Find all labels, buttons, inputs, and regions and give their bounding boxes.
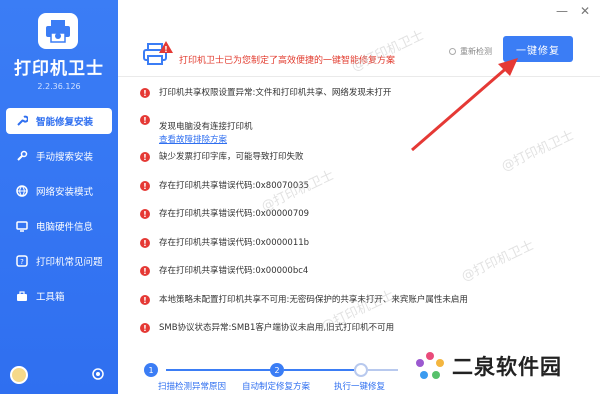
wrench-icon — [17, 115, 28, 126]
hardware-icon — [16, 221, 28, 232]
list-item: ! 存在打印机共享错误代码:0x0000011b — [140, 237, 585, 250]
step-3-label: 执行一键修复 — [334, 382, 386, 392]
sidebar-item-label: 手动搜索安装 — [36, 152, 94, 163]
sidebar-item-label: 智能修复安装 — [36, 117, 94, 128]
error-icon: ! — [140, 88, 150, 98]
printer-warning-icon: ! — [143, 41, 173, 65]
sidebar-item-smart-repair[interactable]: 智能修复安装 — [6, 108, 112, 134]
search-tool-icon — [17, 150, 28, 161]
troubleshoot-link[interactable]: 查看故障排除方案 — [159, 134, 253, 147]
pinwheel-logo-icon — [416, 352, 444, 379]
main-panel: — ✕ ! 打印机卫士已为您制定了高效便捷的一键智能修复方案 重新检测 一键修复… — [118, 0, 600, 394]
issue-text: SMB协议状态异常:SMB1客户端协议未启用,旧式打印机不可用 — [159, 323, 395, 333]
sidebar-item-network-install[interactable]: 网络安装模式 — [6, 178, 112, 204]
sidebar-item-hardware-info[interactable]: 电脑硬件信息 — [6, 213, 112, 239]
sidebar-item-label: 工具箱 — [36, 292, 65, 303]
error-icon: ! — [140, 181, 150, 191]
sidebar-item-toolbox[interactable]: 工具箱 — [6, 283, 112, 309]
app-version: 2.2.36.126 — [37, 82, 81, 91]
issue-text: 存在打印机共享错误代码:0x80070035 — [159, 181, 310, 191]
app-title: 打印机卫士 — [14, 59, 104, 79]
issue-text: 存在打印机共享错误代码:0x0000011b — [159, 238, 310, 248]
repair-plan-message: 打印机卫士已为您制定了高效便捷的一键智能修复方案 — [179, 56, 396, 66]
close-button[interactable]: ✕ — [580, 4, 590, 18]
question-icon: ? — [16, 255, 28, 267]
network-icon — [16, 185, 28, 197]
issue-text: 存在打印机共享错误代码:0x00000709 — [159, 209, 310, 219]
error-icon: ! — [140, 152, 150, 162]
sidebar: 打印机卫士 2.2.36.126 智能修复安装 手动搜索安装 网络安装模式 电脑… — [0, 0, 118, 394]
error-icon: ! — [140, 115, 150, 125]
issue-text: 本地策略未配置打印机共享不可用:无密码保护的共享未打开、来宾账户属性未启用 — [159, 295, 468, 305]
error-icon: ! — [140, 266, 150, 276]
avatar[interactable] — [10, 366, 28, 384]
printer-logo-icon — [46, 20, 70, 43]
sidebar-item-label: 网络安装模式 — [36, 187, 94, 198]
list-item: ! 发现电脑没有连接打印机 查看故障排除方案 — [140, 114, 585, 147]
issue-text: 存在打印机共享错误代码:0x00000bc4 — [159, 266, 309, 276]
step-1-marker: 1 — [144, 363, 158, 377]
list-item: ! 存在打印机共享错误代码:0x00000bc4 — [140, 265, 585, 278]
issue-text: 发现电脑没有连接打印机 — [159, 122, 253, 132]
radio-icon — [449, 48, 456, 55]
sidebar-item-manual-search[interactable]: 手动搜索安装 — [6, 143, 112, 169]
list-item: ! 存在打印机共享错误代码:0x00000709 — [140, 208, 585, 221]
list-item: ! 存在打印机共享错误代码:0x80070035 — [140, 180, 585, 193]
recheck-option[interactable]: 重新检测 — [449, 46, 492, 57]
error-icon: ! — [140, 323, 150, 333]
step-2-marker: 2 — [270, 363, 284, 377]
list-item: ! 打印机共享权限设置异常:文件和打印机共享、网络发现未打开 — [140, 87, 585, 100]
step-connector — [166, 369, 276, 371]
gear-icon[interactable] — [90, 366, 106, 382]
sidebar-nav: 智能修复安装 手动搜索安装 网络安装模式 电脑硬件信息 ? 打印机常见问题 工具… — [0, 108, 118, 318]
step-1-label: 扫描检测异常原因 — [158, 382, 227, 392]
sidebar-item-label: 电脑硬件信息 — [36, 222, 94, 233]
sidebar-item-label: 打印机常见问题 — [36, 257, 103, 268]
list-item: ! SMB协议状态异常:SMB1客户端协议未启用,旧式打印机不可用 — [140, 322, 585, 335]
list-item: ! 缺少发票打印字库，可能导致打印失败 — [140, 151, 585, 164]
error-icon: ! — [140, 295, 150, 305]
sidebar-item-faq[interactable]: ? 打印机常见问题 — [6, 248, 112, 274]
sidebar-footer — [0, 366, 118, 384]
issue-text: 缺少发票打印字库，可能导致打印失败 — [159, 152, 304, 162]
brand-watermark: 二泉软件园 — [414, 344, 562, 388]
watermark: @打印机卫士 — [349, 28, 427, 75]
svg-text:!: ! — [164, 45, 168, 54]
minimize-button[interactable]: — — [556, 4, 568, 18]
svg-text:?: ? — [20, 258, 24, 266]
step-connector — [368, 369, 398, 371]
app-logo — [38, 13, 78, 49]
step-3-marker — [354, 363, 368, 377]
error-icon: ! — [140, 238, 150, 248]
divider — [118, 76, 600, 77]
recheck-label: 重新检测 — [460, 47, 492, 56]
issue-text: 打印机共享权限设置异常:文件和打印机共享、网络发现未打开 — [159, 88, 392, 98]
error-icon: ! — [140, 209, 150, 219]
one-click-fix-button[interactable]: 一键修复 — [503, 36, 573, 62]
toolbox-icon — [17, 291, 27, 301]
step-connector — [284, 369, 354, 371]
brand-text: 二泉软件园 — [452, 355, 562, 379]
list-item: ! 本地策略未配置打印机共享不可用:无密码保护的共享未打开、来宾账户属性未启用 — [140, 294, 585, 307]
step-2-label: 自动制定修复方案 — [242, 382, 311, 392]
